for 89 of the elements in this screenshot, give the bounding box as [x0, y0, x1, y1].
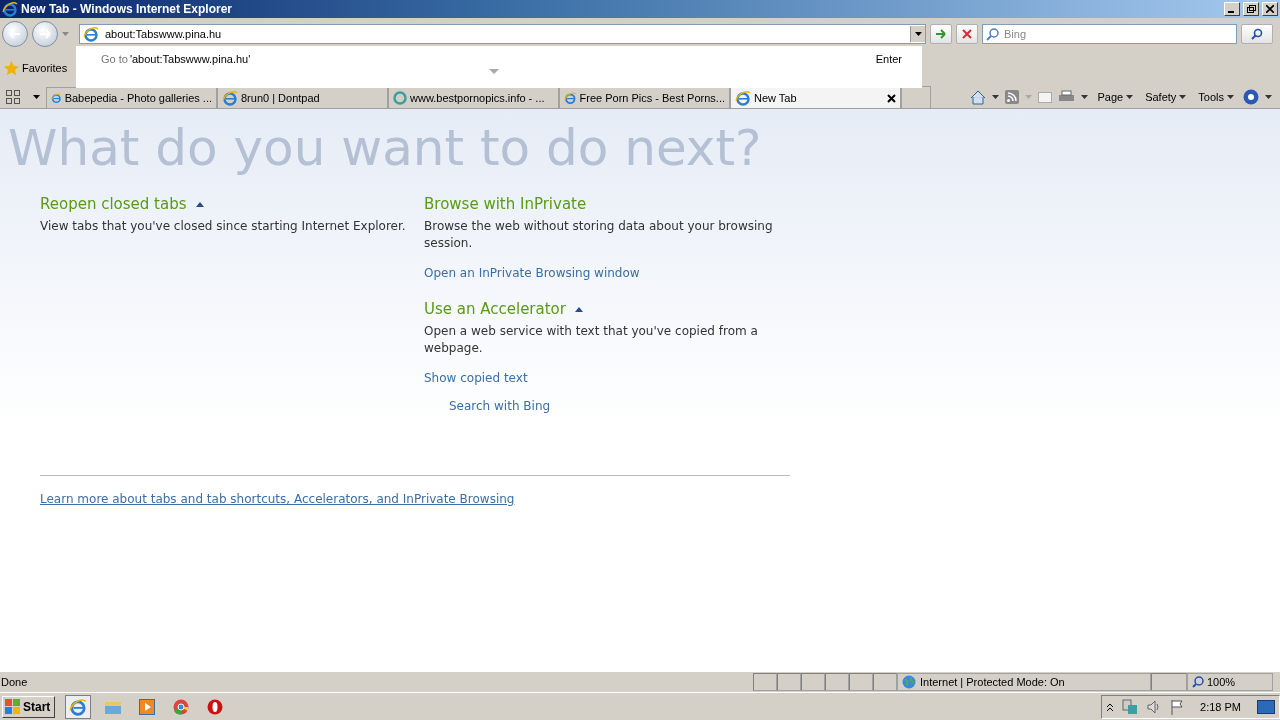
address-field[interactable]: about:Tabswww.pina.hu [79, 24, 926, 44]
close-icon [1266, 5, 1274, 13]
window-title: New Tab - Windows Internet Explorer [21, 2, 234, 16]
link[interactable]: Show copied text [424, 371, 528, 385]
browser-tab[interactable]: 8run0 | Dontpad [217, 87, 388, 108]
back-button[interactable] [2, 21, 28, 47]
browser-tab[interactable]: Babepedia - Photo galleries ... [46, 87, 217, 108]
flag-icon[interactable] [1170, 698, 1185, 715]
ie-icon [735, 90, 751, 106]
new-tab-button[interactable] [901, 86, 931, 108]
accelerator-link[interactable]: Search with Bing [449, 399, 551, 413]
show-desktop-icon[interactable] [1257, 699, 1275, 714]
favorites-button[interactable]: Favorites [22, 62, 68, 74]
windows-logo-icon [5, 698, 21, 715]
status-panel [1151, 673, 1187, 691]
status-panel [801, 673, 825, 691]
ie-icon [564, 90, 577, 106]
chevron-icon[interactable] [1106, 701, 1115, 712]
collapse-caret-icon[interactable] [574, 306, 583, 312]
caret-icon [62, 32, 69, 36]
restore-button[interactable] [1243, 2, 1259, 16]
zoom-icon [1192, 676, 1204, 688]
caret-icon [992, 95, 1000, 99]
learn-more-link[interactable]: Learn more about tabs and tab shortcuts, Accelerators, and InPrivate Browsing [40, 492, 515, 506]
close-button[interactable] [1262, 2, 1278, 16]
taskbar-browser-button[interactable] [65, 694, 92, 719]
menu-button[interactable]: Tools [1195, 91, 1237, 103]
status-panel [849, 673, 873, 691]
loading-icon [393, 91, 407, 105]
media-player-icon [139, 698, 156, 715]
status-panel [753, 673, 777, 691]
browser-tab[interactable]: New Tab [730, 87, 901, 108]
caret-icon [32, 95, 40, 99]
section-title: Browse with InPrivate [424, 195, 587, 213]
section-description: View tabs that you've closed since starting Internet Explorer. [40, 218, 407, 235]
search-icon [986, 27, 1000, 41]
caret-icon [1265, 95, 1272, 99]
caret-icon [1126, 95, 1134, 99]
ie-icon [51, 90, 62, 106]
close-tab-icon[interactable] [887, 93, 896, 103]
home-icon[interactable] [970, 89, 987, 105]
caret-icon [1179, 95, 1187, 99]
status-panel [777, 673, 801, 691]
back-arrow-icon [9, 29, 21, 39]
menu-button[interactable]: Page [1094, 91, 1137, 103]
minimize-button[interactable] [1224, 2, 1240, 16]
status-panel [873, 673, 897, 691]
menu-button[interactable]: Safety [1142, 91, 1190, 103]
close-icon [962, 29, 972, 39]
link[interactable]: Open an InPrivate Browsing window [424, 266, 640, 280]
ie-icon [222, 90, 238, 106]
arrow-icon [935, 29, 947, 39]
search-field[interactable]: Bing [982, 24, 1237, 44]
go-button[interactable] [930, 24, 952, 44]
grid-icon [6, 90, 20, 104]
restore-icon [1246, 5, 1256, 13]
status-panel [825, 673, 849, 691]
stop-button[interactable] [956, 24, 978, 44]
ie-icon [2, 1, 18, 17]
caret-icon [1227, 95, 1234, 99]
forward-arrow-icon [39, 29, 51, 39]
collapse-caret-icon[interactable] [195, 201, 204, 207]
browser-tab[interactable]: www.bestpornopics.info - ... [388, 87, 559, 108]
search-icon [1251, 28, 1263, 40]
start-button[interactable]: Start [2, 695, 56, 718]
ie-icon [83, 26, 99, 42]
search-button[interactable] [1241, 24, 1273, 44]
address-suggestion[interactable]: Go to 'about:Tabswww.pina.hu' Enter [76, 46, 922, 88]
star-icon [4, 60, 19, 76]
section-title: Reopen closed tabs [40, 195, 187, 213]
help-icon[interactable] [1243, 89, 1259, 105]
zoom-level[interactable]: 100% [1187, 673, 1273, 691]
globe-icon [902, 675, 916, 689]
section-description: Browse the web without storing data about your browsing session. [424, 218, 774, 252]
feed-icon[interactable] [1005, 90, 1020, 104]
section-description: Open a web service with text that you've copied from a webpage. [424, 323, 759, 357]
browser-icon [173, 698, 190, 715]
section-title: Use an Accelerator [424, 300, 566, 318]
caret-icon [1025, 95, 1033, 99]
status-text: Done [0, 676, 29, 688]
browser-icon [207, 698, 224, 715]
caret-icon [1081, 95, 1089, 99]
browser-tab[interactable]: Free Porn Pics - Best Porns... [559, 87, 730, 108]
clock: 2:18 PM [1200, 700, 1241, 713]
caret-icon [914, 32, 922, 36]
forward-button[interactable] [32, 21, 58, 47]
print-icon[interactable] [1058, 90, 1076, 104]
security-zone: Internet | Protected Mode: On [897, 673, 1151, 691]
ie-icon [69, 697, 88, 716]
